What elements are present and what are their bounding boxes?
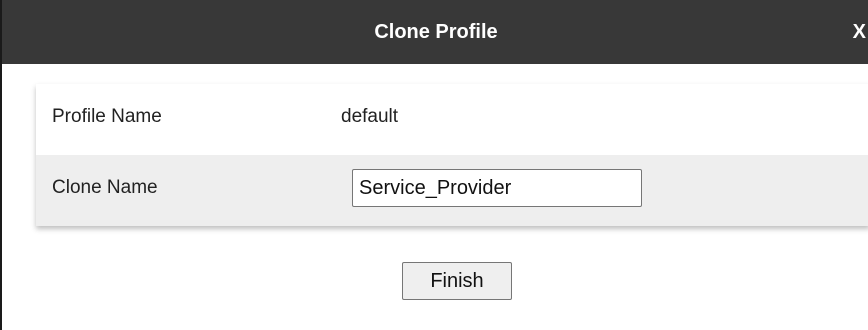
dialog-title: Clone Profile [374,21,498,43]
close-button[interactable]: X [853,0,866,64]
clone-name-input[interactable] [352,169,642,207]
finish-button[interactable]: Finish [402,262,512,300]
profile-name-value: default [341,106,399,127]
profile-name-label: Profile Name [52,106,162,127]
dialog-titlebar: Clone Profile X [2,0,868,64]
clone-name-label: Clone Name [52,177,158,198]
clone-name-row: Clone Name [36,155,868,226]
clone-form: Profile Name default Clone Name [36,84,868,226]
clone-profile-dialog: Clone Profile X Profile Name default Clo… [0,0,868,330]
profile-name-row: Profile Name default [36,84,868,155]
